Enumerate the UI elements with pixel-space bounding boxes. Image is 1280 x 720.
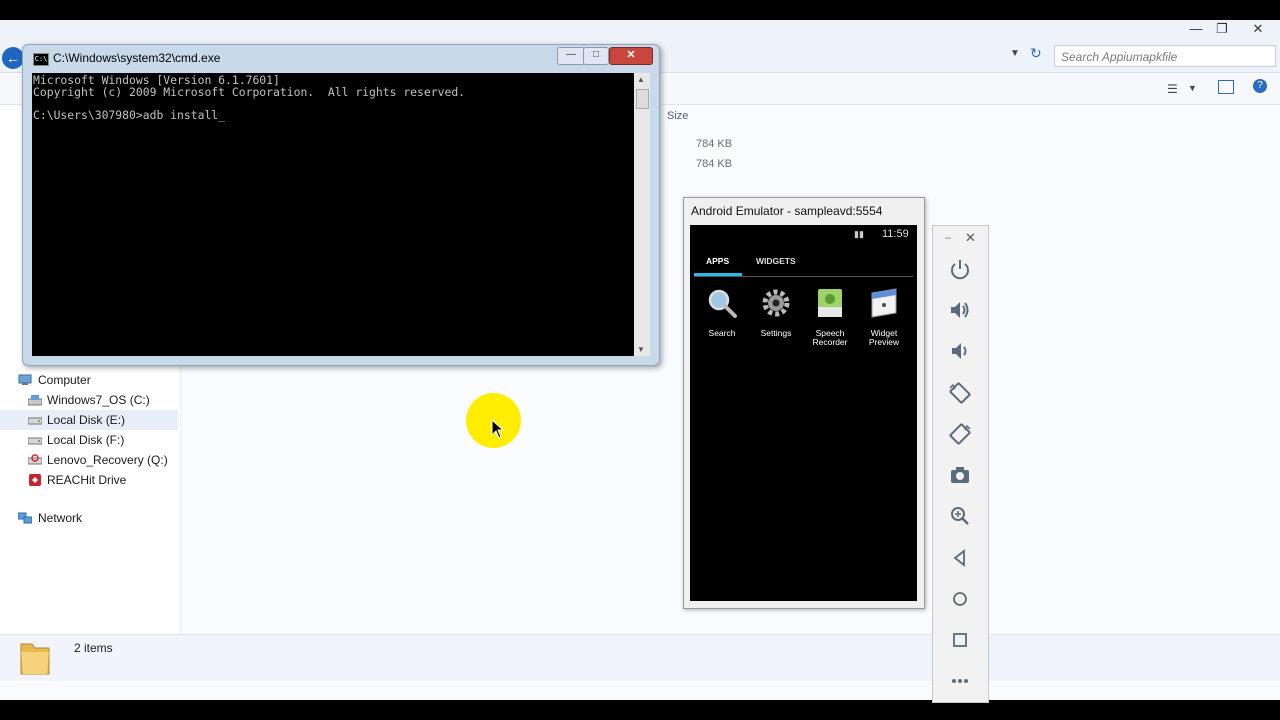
folder-icon: [20, 643, 50, 675]
tab-divider: [694, 276, 913, 277]
scroll-up-icon[interactable]: ▲: [637, 75, 645, 84]
preview-pane-icon[interactable]: [1218, 80, 1234, 94]
zoom-icon[interactable]: [947, 503, 973, 529]
nav-item-label: Lenovo_Recovery (Q:): [47, 453, 168, 467]
overview-icon[interactable]: [947, 627, 973, 653]
tab-apps[interactable]: APPS: [706, 256, 729, 266]
view-dropdown-icon[interactable]: ▼: [1188, 83, 1197, 93]
help-icon[interactable]: ?: [1253, 79, 1267, 93]
nav-item-label: REACHit Drive: [47, 473, 127, 487]
cmd-console[interactable]: Microsoft Windows [Version 6.1.7601] Copy…: [32, 73, 634, 356]
refresh-icon[interactable]: ↻: [1030, 45, 1042, 62]
nav-item-label: Network: [38, 511, 83, 525]
app-label: Speech Recorder: [812, 328, 848, 347]
file-size: 784 KB: [696, 158, 733, 170]
browser-tab-strip: [0, 0, 1280, 20]
emulator-screen[interactable]: ▮▮ 11:59 APPS WIDGETS Search Settings Sp…: [690, 225, 917, 601]
file-size: 784 KB: [696, 138, 733, 150]
explorer-titlebar: — ❐ ✕: [0, 20, 1280, 42]
computer-icon: [18, 374, 32, 385]
back-arrow-icon[interactable]: ←: [2, 47, 24, 69]
recovery-drive-icon: [28, 454, 42, 465]
app-label: Settings: [760, 328, 792, 338]
cmd-close-button[interactable]: ✕: [609, 47, 653, 65]
drive-icon: [28, 437, 42, 445]
close-button[interactable]: ✕: [1246, 20, 1270, 38]
column-header-size[interactable]: Size: [667, 110, 688, 122]
minimize-button[interactable]: —: [1184, 20, 1208, 38]
mouse-pointer-icon: [491, 419, 505, 439]
android-clock: 11:59: [882, 228, 909, 240]
app-widget-preview[interactable]: Widget Preview: [858, 287, 910, 347]
settings-gear-icon: [762, 289, 790, 317]
nav-item-label: Local Disk (E:): [47, 413, 126, 427]
emulator-controls-panel: – ✕: [932, 225, 989, 703]
widget-preview-icon: [871, 288, 897, 318]
camera-icon[interactable]: [947, 462, 973, 488]
item-count: 2 items: [74, 641, 113, 655]
signal-battery-icon: ▮▮: [854, 229, 864, 239]
rotate-left-icon[interactable]: [947, 380, 973, 406]
reachit-drive-icon: [29, 474, 41, 486]
nav-item-reachit-drive[interactable]: REACHit Drive: [0, 470, 178, 490]
home-icon[interactable]: [947, 586, 973, 612]
android-status-bar: ▮▮ 11:59: [690, 225, 917, 245]
android-emulator-window[interactable]: Android Emulator - sampleavd:5554 ▮▮ 11:…: [683, 197, 925, 609]
app-label: Search: [708, 328, 736, 338]
drive-icon: [28, 417, 42, 425]
search-input[interactable]: Search Appiumapkfile: [1054, 45, 1276, 67]
maximize-button[interactable]: ❐: [1210, 20, 1234, 38]
cmd-window[interactable]: C:\ C:\Windows\system32\cmd.exe — □ ✕ Mi…: [22, 44, 660, 366]
search-icon: [708, 289, 737, 318]
rotate-right-icon[interactable]: [947, 421, 973, 447]
cmd-icon: C:\: [33, 53, 49, 66]
console-line: Copyright (c) 2009 Microsoft Corporation…: [33, 84, 466, 99]
controls-minimize-button[interactable]: –: [945, 232, 951, 244]
drive-icon: [28, 395, 42, 406]
view-options-icon[interactable]: ☰: [1167, 82, 1178, 96]
more-icon[interactable]: [947, 668, 973, 694]
controls-close-button[interactable]: ✕: [965, 230, 976, 246]
status-bar: [0, 634, 1280, 681]
speech-recorder-icon: [818, 289, 842, 317]
nav-item-label: Computer: [38, 373, 91, 387]
app-speech-recorder[interactable]: Speech Recorder: [804, 287, 856, 347]
nav-item-local-disk-f[interactable]: Local Disk (F:): [0, 430, 178, 450]
emulator-title: Android Emulator - sampleavd:5554: [691, 204, 883, 218]
nav-item-local-disk-e[interactable]: Local Disk (E:): [0, 410, 178, 430]
console-line-prompt: C:\Users\307980>adb install_: [33, 107, 226, 122]
tab-widgets[interactable]: WIDGETS: [756, 256, 796, 266]
volume-down-icon[interactable]: [947, 338, 973, 364]
scroll-down-icon[interactable]: ▼: [637, 345, 645, 354]
app-search[interactable]: Search: [696, 287, 748, 338]
nav-item-label: Local Disk (F:): [47, 433, 125, 447]
app-label: Widget Preview: [868, 328, 900, 347]
nav-item-computer[interactable]: Computer: [0, 370, 178, 390]
nav-item-label: Windows7_OS (C:): [47, 393, 150, 407]
cmd-maximize-button[interactable]: □: [583, 47, 609, 65]
cmd-title: C:\Windows\system32\cmd.exe: [53, 51, 221, 65]
cmd-scrollbar[interactable]: ▲ ▼: [634, 73, 650, 356]
cmd-scroll-thumb[interactable]: [636, 89, 649, 109]
cmd-minimize-button[interactable]: —: [557, 47, 585, 65]
address-dropdown-icon[interactable]: ▼: [1010, 48, 1020, 59]
app-settings[interactable]: Settings: [750, 287, 802, 338]
nav-item-network[interactable]: Network: [0, 508, 178, 528]
network-icon: [18, 512, 32, 524]
back-icon[interactable]: [947, 545, 973, 571]
nav-item-lenovo-recovery[interactable]: Lenovo_Recovery (Q:): [0, 450, 178, 470]
nav-item-windows7-os[interactable]: Windows7_OS (C:): [0, 390, 178, 410]
power-icon[interactable]: [947, 256, 973, 282]
volume-up-icon[interactable]: [947, 297, 973, 323]
